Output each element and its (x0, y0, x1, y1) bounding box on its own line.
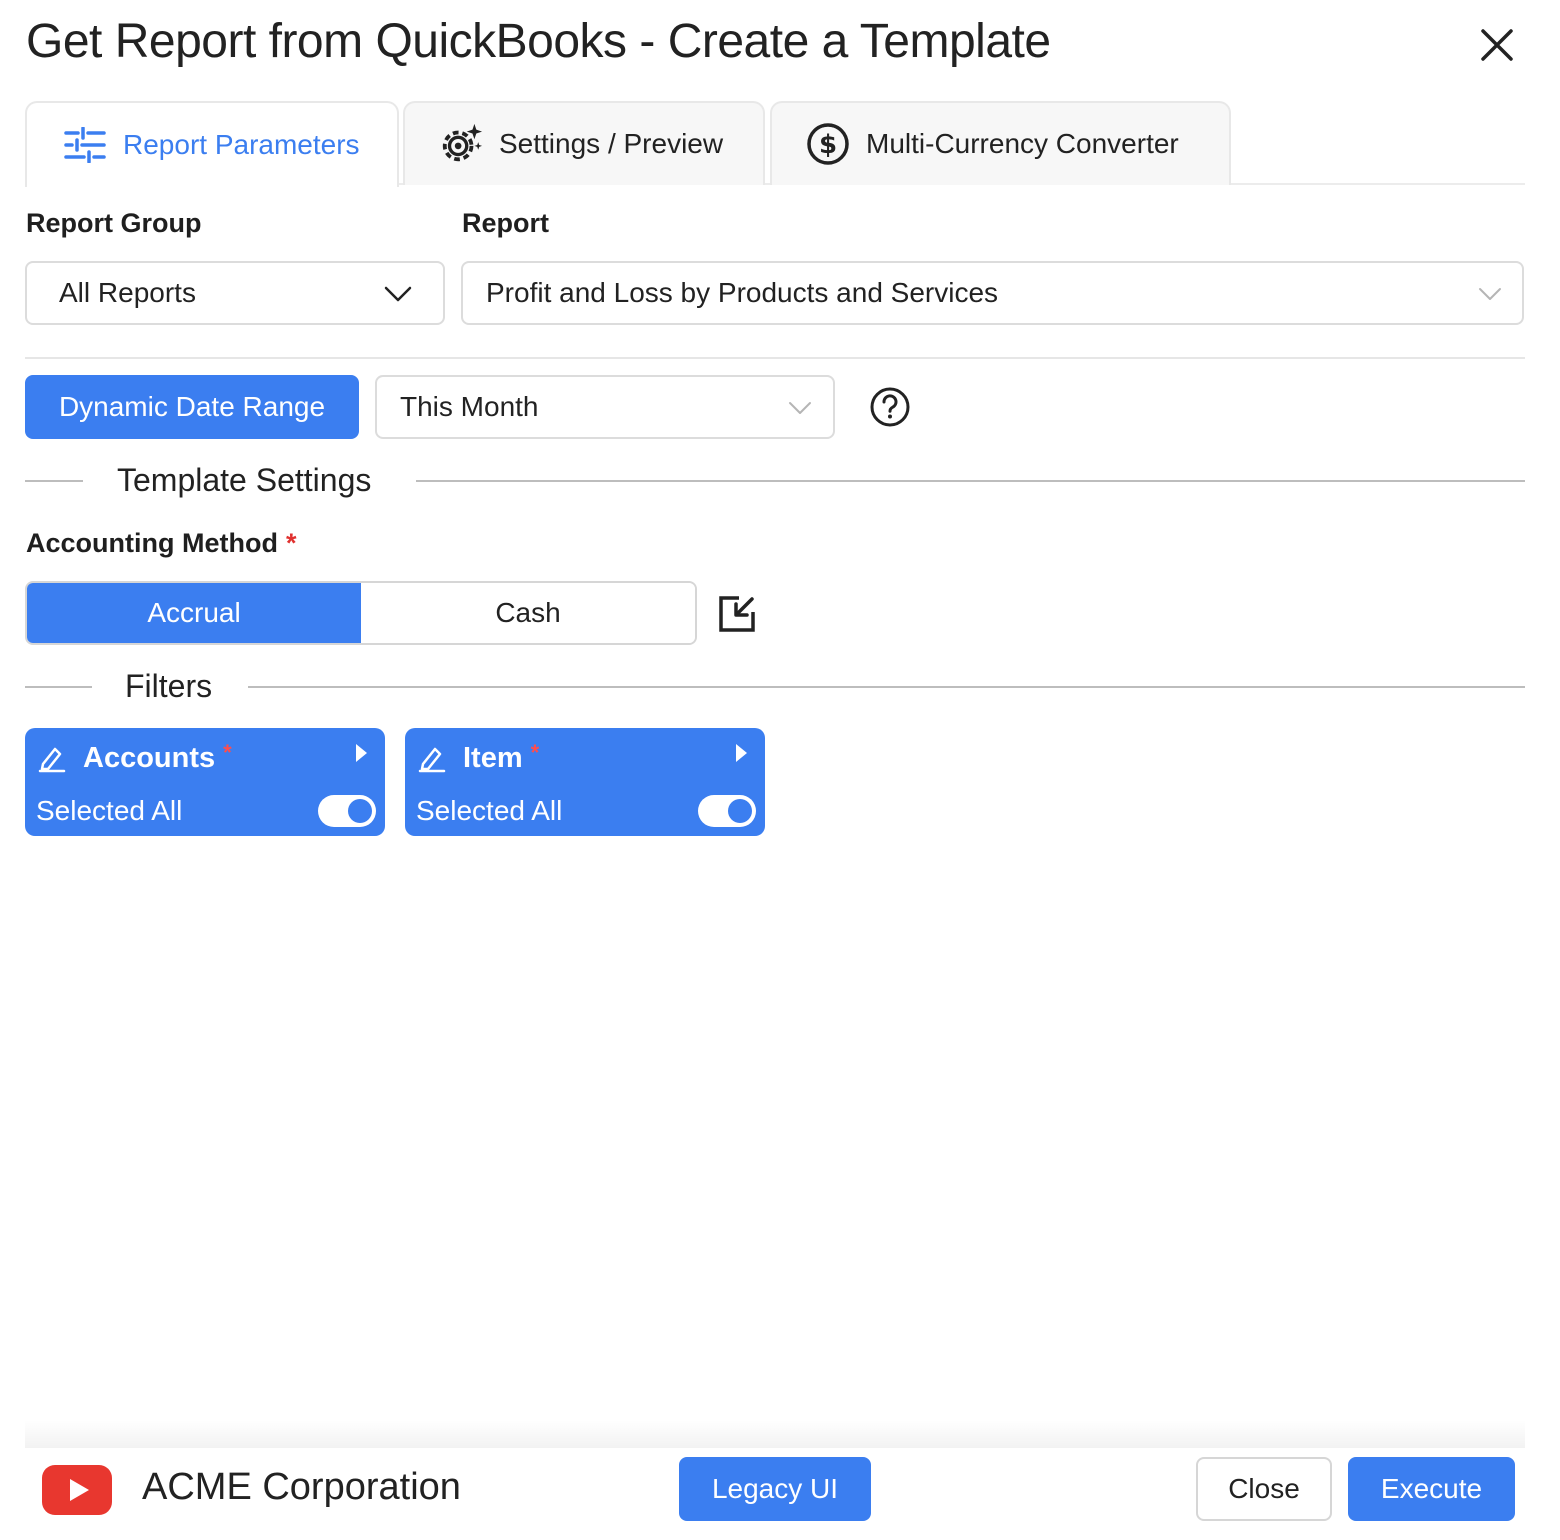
help-icon[interactable] (869, 386, 911, 428)
accrual-option[interactable]: Accrual (27, 583, 361, 643)
report-select[interactable]: Profit and Loss by Products and Services (461, 261, 1524, 325)
chevron-down-icon (1479, 288, 1501, 300)
gear-sparkle-icon (439, 122, 483, 166)
report-label: Report (462, 208, 549, 238)
filter-name: Accounts (83, 741, 216, 774)
svg-text:$: $ (819, 130, 837, 160)
company-name: ACME Corporation (142, 1466, 461, 1508)
caret-right-icon[interactable] (733, 742, 749, 764)
required-marker: * (530, 740, 540, 765)
report-group-label: Report Group (26, 208, 202, 238)
dynamic-date-range-button[interactable]: Dynamic Date Range (25, 375, 359, 439)
tab-bar: Report Parameters Settings / Preview $ M… (25, 101, 1525, 187)
tab-label: Report Parameters (123, 129, 360, 160)
divider (25, 357, 1525, 359)
tab-label: Settings / Preview (499, 128, 724, 159)
caret-right-icon[interactable] (353, 742, 369, 764)
tab-settings-preview[interactable]: Settings / Preview (403, 101, 765, 185)
section-divider-left (25, 686, 92, 688)
filter-value: Selected All (416, 795, 563, 826)
filters-title: Filters (125, 668, 213, 704)
chevron-down-icon (384, 286, 412, 302)
filter-card-accounts[interactable]: Accounts * Selected All (25, 728, 385, 836)
pencil-icon[interactable] (37, 743, 67, 773)
tab-multi-currency[interactable]: $ Multi-Currency Converter (770, 101, 1231, 185)
required-marker: * (223, 740, 232, 765)
section-divider-right (416, 480, 1525, 482)
close-button[interactable]: Close (1196, 1457, 1332, 1521)
required-marker: * (285, 528, 297, 558)
legacy-ui-button[interactable]: Legacy UI (679, 1457, 871, 1521)
accounting-method-label: Accounting Method * (26, 528, 297, 558)
chevron-down-icon (789, 402, 811, 414)
report-value: Profit and Loss by Products and Services (486, 277, 999, 308)
tab-report-parameters[interactable]: Report Parameters (25, 101, 399, 187)
date-range-select[interactable]: This Month (375, 375, 835, 439)
sliders-icon (63, 123, 107, 167)
execute-button[interactable]: Execute (1348, 1457, 1515, 1521)
close-icon[interactable] (1478, 26, 1516, 64)
filter-card-item[interactable]: Item * Selected All (405, 728, 765, 836)
tab-label: Multi-Currency Converter (866, 128, 1179, 159)
section-divider-right (248, 686, 1525, 688)
accounting-method-toggle: Accrual Cash (25, 581, 697, 645)
report-group-select[interactable]: All Reports (25, 261, 445, 325)
filter-value: Selected All (36, 795, 183, 826)
date-range-value: This Month (400, 391, 539, 422)
cash-option[interactable]: Cash (361, 583, 695, 643)
link-parameter-icon[interactable] (717, 594, 757, 634)
template-settings-title: Template Settings (117, 462, 372, 498)
select-all-toggle[interactable] (318, 795, 376, 827)
youtube-logo-icon (42, 1465, 112, 1515)
pencil-icon[interactable] (417, 743, 447, 773)
filter-name: Item (463, 741, 523, 774)
report-group-value: All Reports (59, 277, 196, 308)
select-all-toggle[interactable] (698, 795, 756, 827)
dollar-circle-icon: $ (806, 122, 850, 166)
footer-shadow (25, 1420, 1525, 1448)
section-divider-left (25, 480, 83, 482)
dialog-title: Get Report from QuickBooks - Create a Te… (26, 15, 1051, 68)
